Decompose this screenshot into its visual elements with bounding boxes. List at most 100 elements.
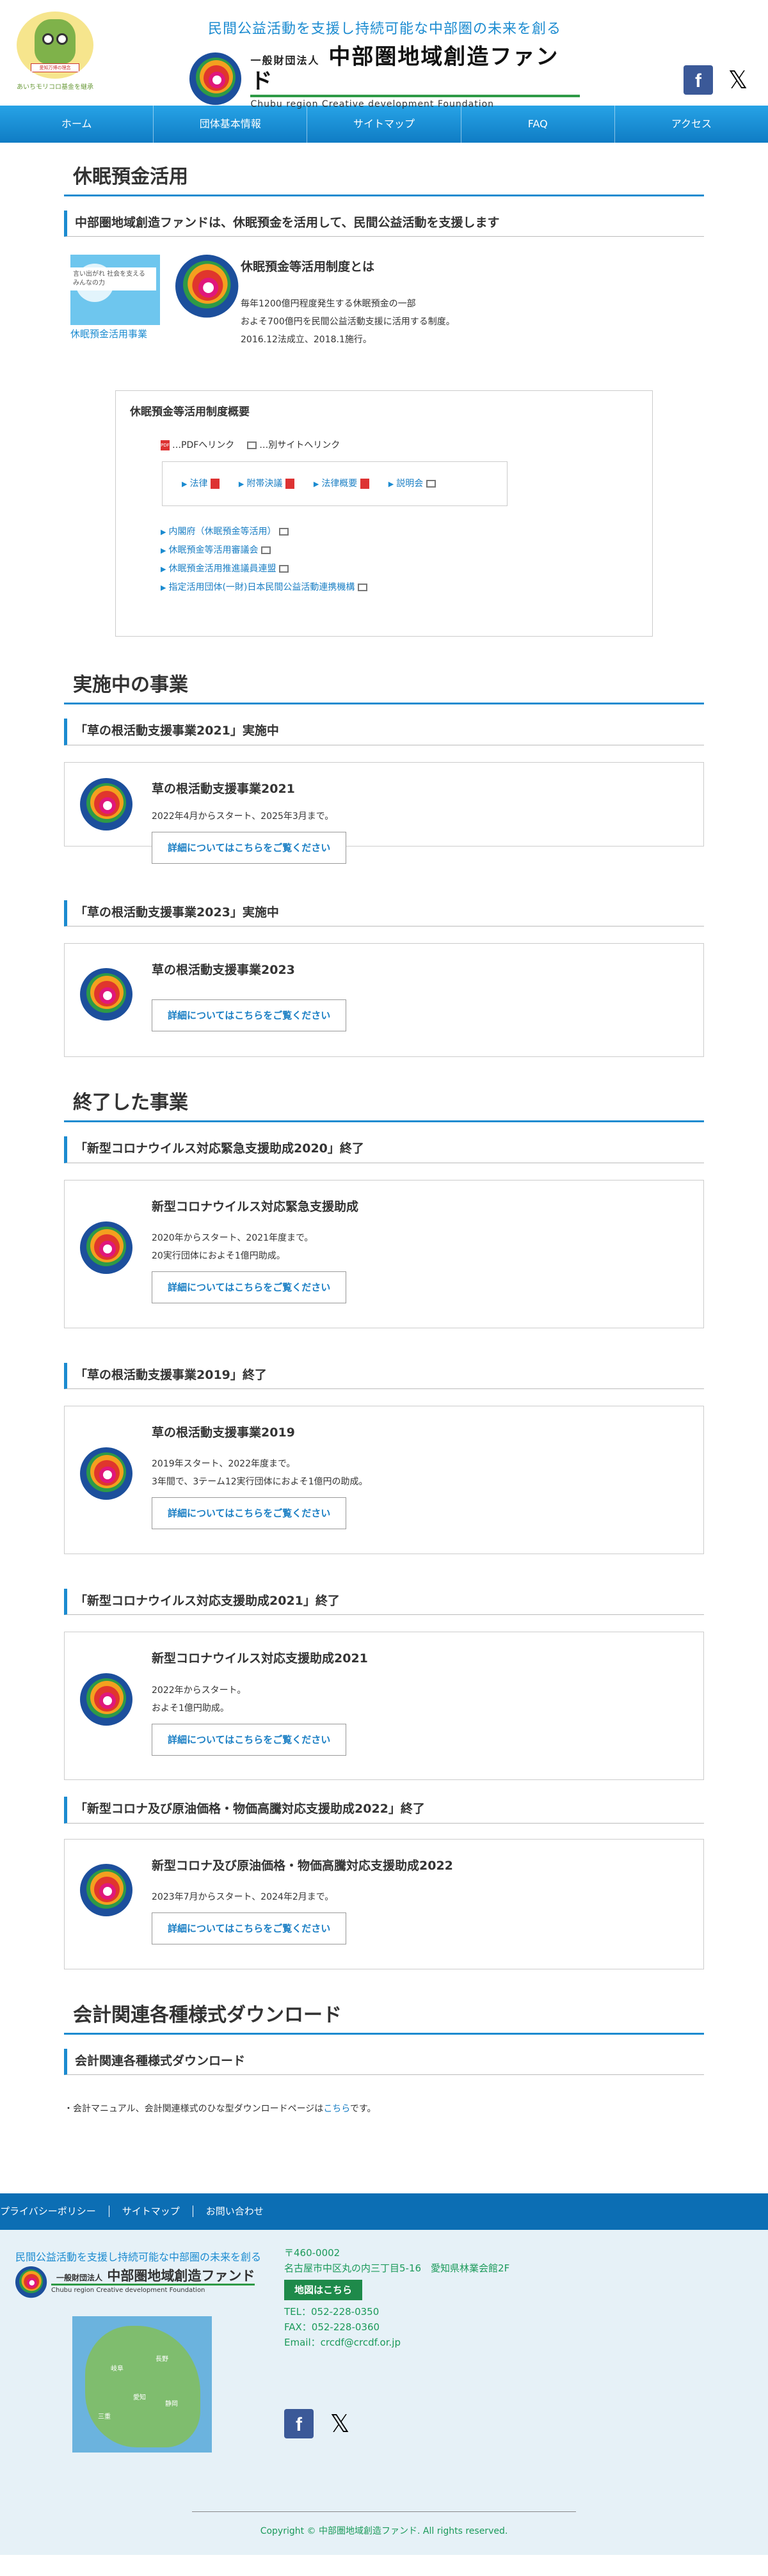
footer-logo-prefix: 一般財団法人 [56, 2273, 103, 2283]
footer-social: f 𝕏 [284, 2408, 355, 2438]
header-brand[interactable]: 民間公益活動を支援し持続可能な中部圏の未来を創る 一般財団法人 中部圏地域創造フ… [189, 18, 580, 111]
header-tagline: 民間公益活動を支援し持続可能な中部圏の未来を創る [207, 21, 561, 37]
logo-emblem-icon [175, 255, 239, 318]
intro-line: およそ700億円を民間公益活動支援に活用する制度。 [241, 316, 455, 327]
overview-box: 休眠預金等活用制度概要 PDF …PDFへリンク …別サイトへリンク ▶ 法律 ▶ 附… [115, 390, 653, 637]
project-subheading: 「草の根活動支援事業2021」実施中 [64, 719, 704, 745]
footer-privacy-link[interactable]: プライバシーポリシー [0, 2206, 109, 2218]
link-law[interactable]: ▶ 法律 [182, 477, 222, 491]
project-description: 2022年4月からスタート、2025年3月まで。 [152, 811, 334, 822]
logo-emblem-icon [189, 52, 242, 105]
footer-tagline: 民間公益活動を支援し持続可能な中部圏の未来を創る [15, 2250, 262, 2263]
law-links: ▶ 法律 ▶ 附帯決議 ▶ 法律概要 ▶ 説明会 [162, 461, 508, 506]
section-heading-kyumin: 休眠預金活用 [64, 162, 704, 196]
project-title: 新型コロナウイルス対応支援助成2021 [152, 1651, 368, 1666]
link-briefing[interactable]: ▶ 説明会 [388, 477, 438, 491]
phone: TEL：052-228-0350 [284, 2305, 380, 2318]
map-label: 三重 [98, 2413, 111, 2421]
link-janpia[interactable]: ▶ 指定活用団体(一財)日本民間公益活動連携機構 [161, 582, 370, 592]
external-link-icon [357, 583, 367, 591]
intro-line: 毎年1200億円程度発生する休眠預金の一部 [241, 298, 416, 309]
main-content: 休眠預金活用 中部圏地域創造ファンドは、休眠預金を活用して、民間公益活動を支援し… [64, 143, 704, 2117]
pdf-icon: PDF [161, 440, 170, 450]
site-footer: 民間公益活動を支援し持続可能な中部圏の未来を創る 一般財団法人 中部圏地域創造フ… [0, 2229, 768, 2555]
footer-contact-info: 〒460-0002 名古屋市中区丸の内三丁目5-16 愛知県林業会館2F 地図は… [284, 2245, 509, 2350]
project-subheading: 「新型コロナ及び原油価格・物価高騰対応支援助成2022」終了 [64, 1797, 704, 1824]
logo-emblem-icon [80, 1863, 132, 1916]
x-icon[interactable]: 𝕏 [325, 2409, 355, 2438]
pdf-icon [285, 478, 294, 489]
footer-contact-link[interactable]: お問い合わせ [193, 2206, 276, 2217]
nav-access[interactable]: アクセス [615, 106, 768, 143]
chubu-map-image: 長野 岐阜 愛知 静岡 三重 [72, 2316, 212, 2453]
fax: FAX：052-228-0360 [284, 2321, 380, 2333]
project-description: 2020年からスタート、2021年度まで。 20実行団体におよそ1億円助成。 [152, 1232, 314, 1261]
project-card: 草の根活動支援事業2023 詳細についてはこちらをご覧ください [64, 943, 704, 1058]
map-label: 岐阜 [111, 2365, 124, 2373]
pdf-icon [360, 478, 369, 489]
triangle-icon: ▶ [161, 564, 166, 573]
footer-sitemap-link[interactable]: サイトマップ [109, 2206, 193, 2218]
details-button[interactable]: 詳細についてはこちらをご覧ください [152, 832, 347, 864]
logo-english: Chubu region Creative development Founda… [250, 99, 495, 109]
nav-home[interactable]: ホーム [0, 106, 154, 143]
mascot-caption: あいちモリコロ基金を継承 [17, 84, 93, 91]
logo-name: 中部圏地域創造ファンド [250, 44, 559, 94]
project-subheading: 「新型コロナウイルス対応支援助成2021」終了 [64, 1588, 704, 1616]
section-heading-download: 会計関連各種様式ダウンロード [64, 2000, 704, 2035]
external-link-icon [247, 441, 257, 449]
project-card: 草の根活動支援事業2021 2022年4月からスタート、2025年3月まで。 詳… [64, 761, 704, 864]
details-button[interactable]: 詳細についてはこちらをご覧ください [152, 1912, 347, 1945]
link-league[interactable]: ▶ 休眠預金活用推進議員連盟 [161, 564, 291, 574]
mascot-logo[interactable]: 愛知万博の理念 あいちモリコロ基金を継承 [12, 12, 99, 93]
legend-pdf: …PDFへリンク [172, 440, 235, 450]
external-link-icon [278, 564, 289, 573]
link-law-summary[interactable]: ▶ 法律概要 [314, 477, 372, 491]
details-button[interactable]: 詳細についてはこちらをご覧ください [152, 999, 347, 1031]
footer-logo-english: Chubu region Creative development Founda… [51, 2287, 205, 2294]
map-button[interactable]: 地図はこちら [284, 2279, 363, 2300]
download-text: ・会計マニュアル、会計関連様式のひな型ダウンロードページはこちらです。 [64, 2104, 376, 2115]
triangle-icon: ▶ [182, 479, 188, 488]
details-button[interactable]: 詳細についてはこちらをご覧ください [152, 1497, 347, 1530]
section-heading-ended: 終了した事業 [64, 1088, 704, 1123]
project-title: 草の根活動支援事業2021 [152, 781, 295, 796]
download-link[interactable]: こちら [323, 2104, 350, 2114]
map-label: 愛知 [133, 2394, 146, 2401]
map-label: 静岡 [165, 2400, 178, 2408]
facebook-icon[interactable]: f [684, 65, 713, 95]
footer-logo-name: 中部圏地域創造ファンド [107, 2268, 255, 2284]
link-cabinet-office[interactable]: ▶ 内閣府（休眠預金等活用） [161, 527, 291, 537]
triangle-icon: ▶ [161, 546, 166, 555]
project-card: 新型コロナウイルス対応支援助成2021 2022年からスタート。 およそ1億円助… [64, 1632, 704, 1781]
details-button[interactable]: 詳細についてはこちらをご覧ください [152, 1271, 347, 1303]
logo-emblem-icon [80, 968, 132, 1021]
logo-emblem-icon [80, 1673, 132, 1726]
footer-logo[interactable]: 民間公益活動を支援し持続可能な中部圏の未来を創る 一般財団法人 中部圏地域創造フ… [15, 2249, 271, 2299]
section-heading-active: 実施中の事業 [64, 670, 704, 705]
pdf-icon [210, 478, 220, 489]
postal-code: 〒460-0002 [284, 2246, 340, 2259]
x-icon[interactable]: 𝕏 [723, 65, 753, 95]
project-title: 新型コロナ及び原油価格・物価高騰対応支援助成2022 [152, 1858, 453, 1873]
link-council[interactable]: ▶ 休眠預金等活用審議会 [161, 545, 273, 555]
external-link-icon [278, 527, 289, 536]
facebook-icon[interactable]: f [284, 2408, 314, 2438]
project-title: 新型コロナウイルス対応緊急支援助成 [152, 1199, 359, 1214]
link-resolution[interactable]: ▶ 附帯決議 [239, 477, 297, 491]
project-description: 2022年からスタート。 およそ1億円助成。 [152, 1685, 246, 1713]
download-subheading: 会計関連各種様式ダウンロード [64, 2048, 704, 2076]
triangle-icon: ▶ [161, 583, 166, 592]
link-legend: PDF …PDFへリンク …別サイトへリンク [161, 438, 638, 452]
kyumin-badge[interactable]: 言い出がれ 社会を支える みんなの力 休眠預金活用事業 [70, 255, 164, 344]
footer-divider [192, 2511, 576, 2512]
project-title: 草の根活動支援事業2023 [152, 963, 295, 978]
triangle-icon: ▶ [388, 479, 394, 488]
details-button[interactable]: 詳細についてはこちらをご覧ください [152, 1723, 347, 1756]
map-label: 長野 [156, 2355, 168, 2363]
intro-title: 休眠預金等活用制度とは [241, 260, 375, 274]
mascot-ribbon: 愛知万博の理念 [31, 63, 79, 72]
header-social: f 𝕏 [684, 65, 753, 95]
external-link-icon [426, 479, 436, 488]
kyumin-subheading: 中部圏地域創造ファンドは、休眠預金を活用して、民間公益活動を支援します [64, 211, 704, 237]
